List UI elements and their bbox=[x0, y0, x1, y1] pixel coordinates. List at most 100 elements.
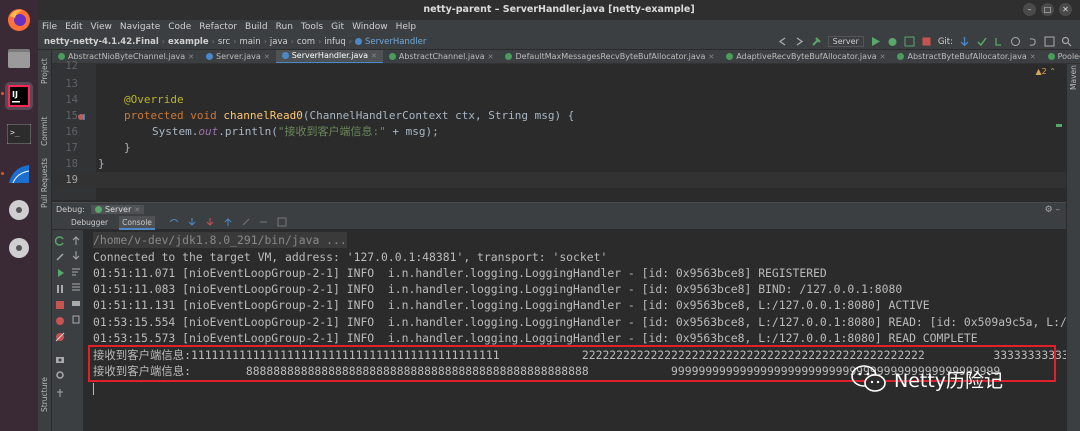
line-number: 16 bbox=[65, 126, 78, 138]
step-over-icon[interactable] bbox=[169, 217, 180, 228]
breadcrumb-main[interactable]: main bbox=[239, 37, 260, 47]
breadcrumb-infuq[interactable]: infuq bbox=[324, 37, 346, 47]
code-token: + msg); bbox=[385, 125, 439, 138]
structure-tool-tab[interactable]: Structure bbox=[40, 377, 49, 412]
tab-debugger[interactable]: Debugger bbox=[68, 216, 111, 230]
stop-icon[interactable] bbox=[55, 300, 65, 310]
breadcrumb-class[interactable]: ServerHandler bbox=[365, 37, 426, 47]
disc-icon[interactable] bbox=[5, 196, 33, 224]
rerun-icon[interactable] bbox=[54, 236, 65, 246]
down-arrow-icon[interactable] bbox=[71, 250, 81, 260]
commit-tool-tab[interactable]: Commit bbox=[40, 117, 49, 146]
tab-console[interactable]: Console bbox=[119, 215, 155, 230]
menu-view[interactable]: View bbox=[91, 22, 112, 32]
menu-window[interactable]: Window bbox=[352, 22, 388, 32]
debug-icon[interactable] bbox=[887, 36, 898, 47]
step-out-icon[interactable] bbox=[223, 217, 234, 228]
debug-session-tab[interactable]: Server ✕ bbox=[91, 205, 145, 214]
line-number: 12 bbox=[65, 60, 78, 72]
project-tool-tab[interactable]: Project bbox=[40, 58, 49, 84]
maven-tool-tab[interactable]: Maven bbox=[1069, 65, 1078, 90]
settings-gear-icon[interactable]: ⚙ – bbox=[1045, 205, 1060, 215]
menu-navigate[interactable]: Navigate bbox=[120, 22, 160, 32]
run-config-select[interactable]: Server bbox=[827, 36, 864, 47]
breadcrumb-java[interactable]: java bbox=[270, 37, 288, 47]
run-icon[interactable] bbox=[870, 36, 881, 47]
wireshark-icon[interactable] bbox=[5, 160, 33, 188]
intellij-icon[interactable]: IJ bbox=[5, 82, 33, 110]
console-line: 01:51:11.083 [nioEventLoopGroup-2-1] INF… bbox=[93, 282, 903, 296]
menu-file[interactable]: File bbox=[42, 22, 57, 32]
menu-run[interactable]: Run bbox=[276, 22, 293, 32]
right-tool-strip: Maven bbox=[1066, 50, 1080, 431]
left-tool-strip: Project Commit Pull Requests Structure bbox=[38, 50, 52, 431]
breakpoints-icon[interactable] bbox=[55, 316, 65, 326]
hammer-icon[interactable] bbox=[811, 36, 822, 47]
search-icon[interactable] bbox=[1061, 36, 1072, 47]
git-update-icon[interactable] bbox=[959, 36, 970, 47]
pause-icon[interactable] bbox=[55, 284, 65, 294]
minimize-button[interactable]: – bbox=[1023, 3, 1036, 16]
coverage-icon[interactable] bbox=[904, 36, 915, 47]
code-editor[interactable]: 12 13 14 @Override 15 protected void cha… bbox=[52, 60, 1066, 200]
maximize-button[interactable]: □ bbox=[1041, 3, 1054, 16]
clear-all-icon[interactable] bbox=[71, 314, 81, 324]
run-to-cursor-icon[interactable] bbox=[259, 217, 270, 228]
step-into-icon[interactable] bbox=[187, 217, 198, 228]
running-indicator bbox=[1, 172, 4, 175]
pin-icon[interactable] bbox=[55, 388, 65, 398]
up-arrow-icon[interactable] bbox=[71, 236, 81, 246]
back-icon[interactable] bbox=[777, 36, 788, 47]
menu-tools[interactable]: Tools bbox=[301, 22, 323, 32]
stop-icon[interactable] bbox=[921, 36, 932, 47]
breadcrumb-com[interactable]: com bbox=[297, 37, 315, 47]
terminal-icon[interactable]: >_ bbox=[5, 120, 33, 148]
breadcrumb-project[interactable]: netty-netty-4.1.42.Final bbox=[44, 37, 159, 47]
camera-icon[interactable] bbox=[55, 354, 65, 364]
disc-icon[interactable] bbox=[5, 234, 33, 262]
resume-icon[interactable] bbox=[55, 268, 65, 278]
method-name: channelRead0 bbox=[223, 109, 303, 122]
files-icon[interactable] bbox=[5, 44, 33, 72]
console-output[interactable]: /home/v-dev/jdk1.8.0_291/bin/java ... Co… bbox=[85, 230, 1066, 431]
git-commit-icon[interactable] bbox=[976, 36, 987, 47]
force-step-into-icon[interactable] bbox=[205, 217, 216, 228]
console-line: 01:51:11.071 [nioEventLoopGroup-2-1] INF… bbox=[93, 266, 827, 280]
menu-refactor[interactable]: Refactor bbox=[199, 22, 237, 32]
soft-wrap-icon[interactable] bbox=[71, 266, 81, 276]
breadcrumb-src[interactable]: src bbox=[218, 37, 230, 47]
firefox-icon[interactable] bbox=[5, 6, 33, 34]
print-icon[interactable] bbox=[71, 298, 81, 308]
code-line: 12 bbox=[52, 58, 1066, 74]
close-icon[interactable]: ✕ bbox=[134, 206, 140, 214]
drop-frame-icon[interactable] bbox=[241, 217, 252, 228]
override-gutter-icon[interactable] bbox=[77, 111, 87, 121]
pull-requests-tool-tab[interactable]: Pull Requests bbox=[40, 158, 49, 208]
git-push-icon[interactable] bbox=[993, 36, 1004, 47]
mute-breakpoints-icon[interactable] bbox=[55, 332, 65, 342]
modify-icon[interactable] bbox=[55, 252, 65, 262]
forward-icon[interactable] bbox=[794, 36, 805, 47]
git-label: Git: bbox=[937, 36, 953, 47]
line-number: 15 bbox=[65, 110, 78, 122]
evaluate-icon[interactable] bbox=[277, 217, 288, 228]
history-icon[interactable] bbox=[1010, 36, 1021, 47]
menu-code[interactable]: Code bbox=[168, 22, 191, 32]
close-button[interactable]: ✕ bbox=[1059, 3, 1072, 16]
console-line: 01:51:11.131 [nioEventLoopGroup-2-1] INF… bbox=[93, 298, 930, 312]
breadcrumb-module[interactable]: example bbox=[168, 37, 209, 47]
console-line-command[interactable]: /home/v-dev/jdk1.8.0_291/bin/java ... bbox=[93, 232, 347, 248]
menu-git[interactable]: Git bbox=[331, 22, 344, 32]
scroll-to-end-icon[interactable] bbox=[71, 282, 81, 292]
rollback-icon[interactable] bbox=[1027, 36, 1038, 47]
current-line: 19 bbox=[52, 172, 1066, 188]
window-icon[interactable] bbox=[1044, 36, 1055, 47]
main-toolbar: Server Git: bbox=[777, 36, 1072, 47]
code-token: out bbox=[198, 125, 219, 138]
menu-build[interactable]: Build bbox=[245, 22, 268, 32]
menu-edit[interactable]: Edit bbox=[65, 22, 82, 32]
settings-icon[interactable] bbox=[55, 370, 65, 380]
inspection-widget[interactable]: ▲2 ⌃ bbox=[1036, 67, 1057, 76]
menu-help[interactable]: Help bbox=[396, 22, 417, 32]
svg-text:IJ: IJ bbox=[12, 90, 18, 99]
